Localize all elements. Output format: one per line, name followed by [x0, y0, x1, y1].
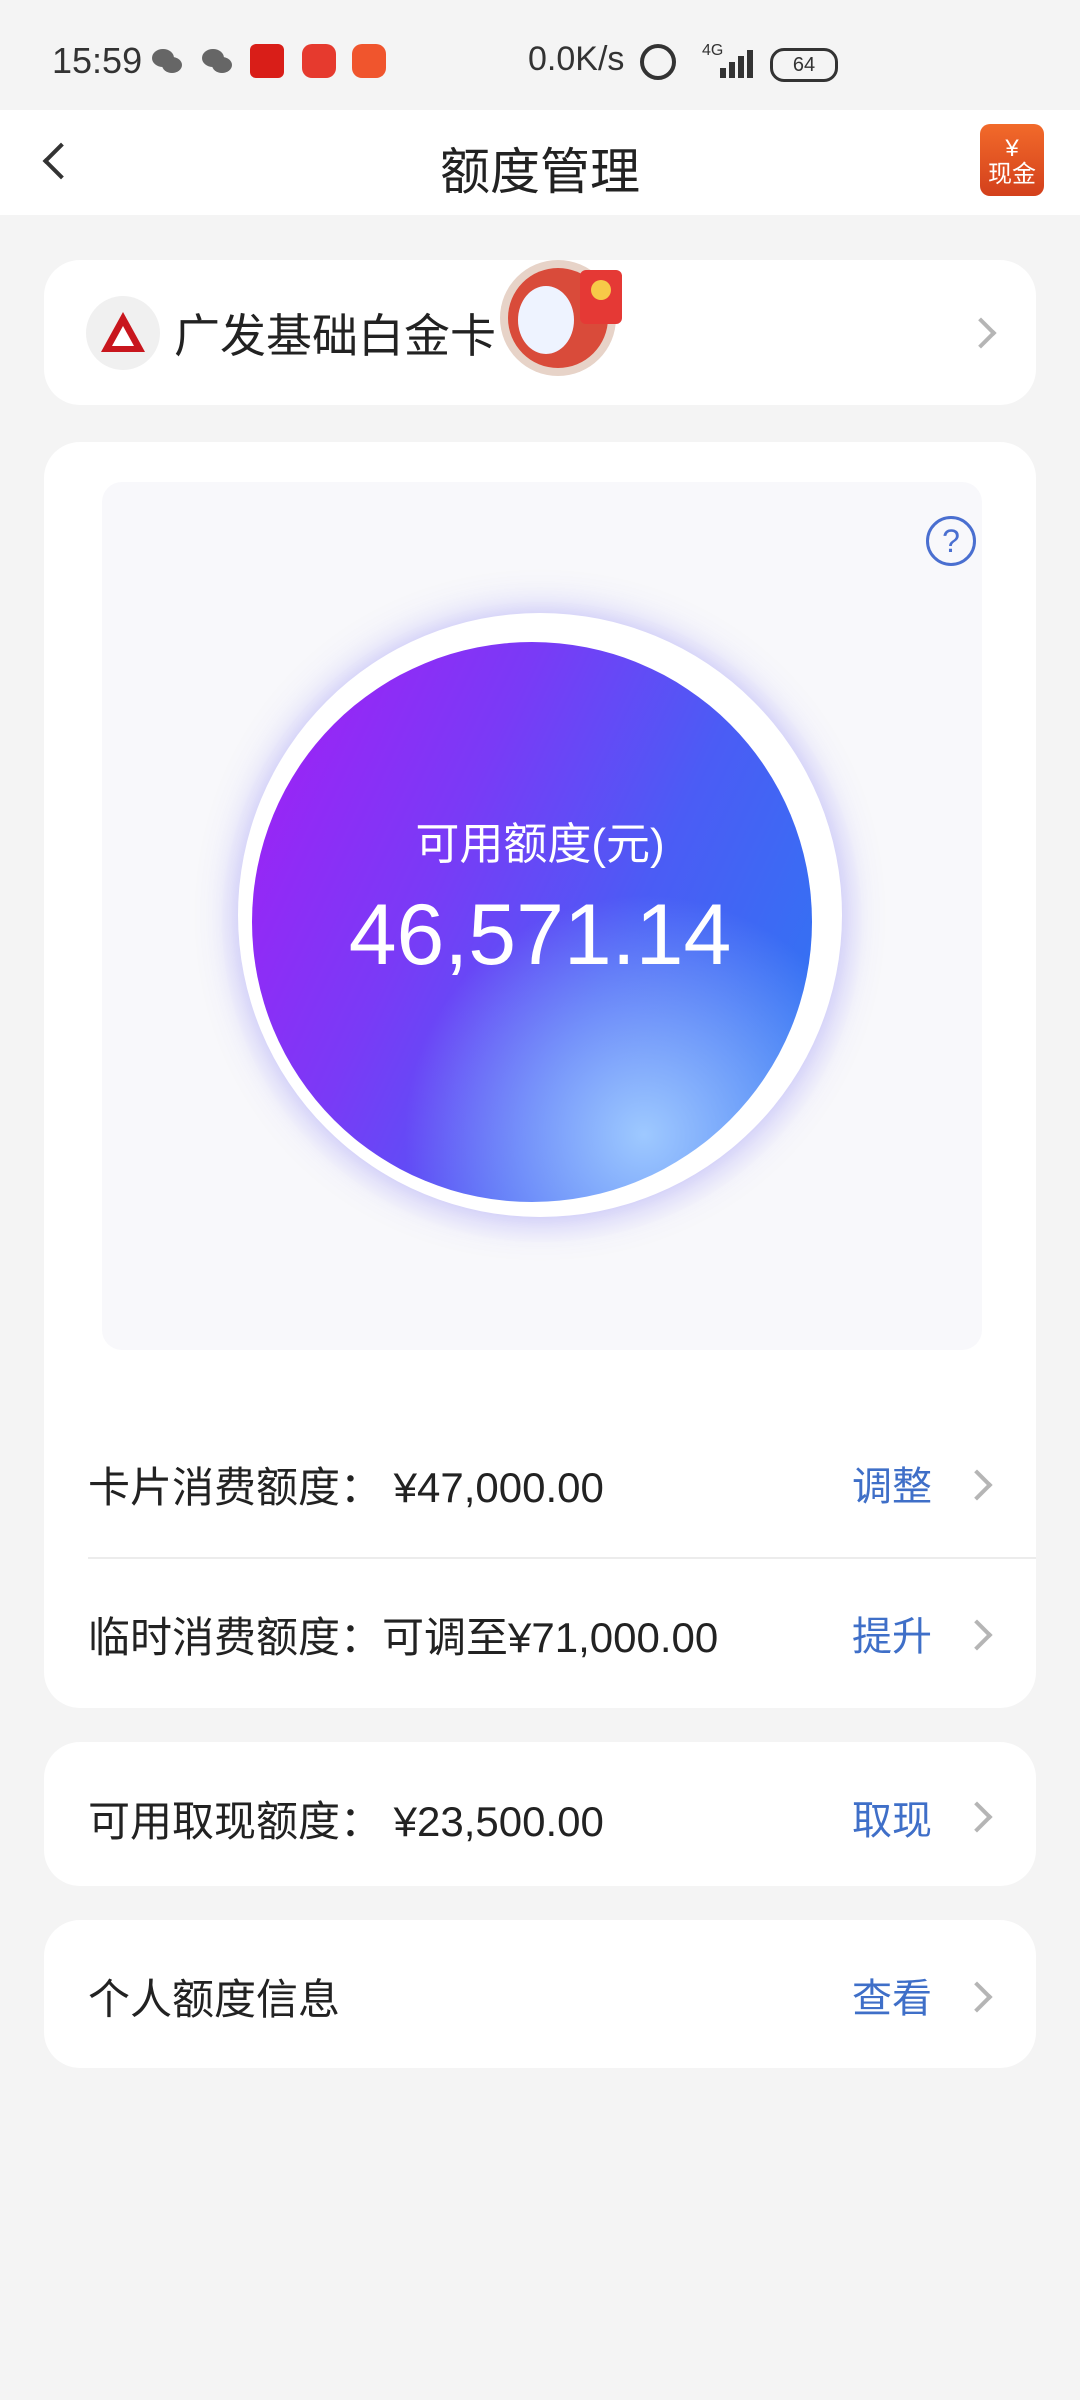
chevron-right-icon	[961, 1469, 993, 1501]
app-red-icon	[352, 44, 386, 78]
network-speed: 0.0K/s	[528, 40, 625, 78]
chevron-right-icon	[961, 1619, 993, 1651]
app-red-icon	[302, 44, 336, 78]
battery-icon: 64	[770, 48, 838, 82]
chevron-right-icon	[965, 317, 997, 349]
available-credit-label: 可用额度(元)	[415, 820, 665, 869]
cash-icon-badge: ¥	[1005, 135, 1019, 162]
personal-limit-card[interactable]: 个人额度信息 查看	[44, 1920, 1036, 2068]
chevron-right-icon	[961, 1981, 993, 2013]
cash-icon-label: 现金	[988, 161, 1036, 188]
withdraw-link[interactable]: 取现	[852, 1788, 932, 1846]
raise-link[interactable]: 提升	[852, 1604, 932, 1662]
cash-red-packet-icon[interactable]: ¥ 现金	[980, 124, 1044, 196]
available-credit-amount: 46,571.14	[348, 887, 732, 983]
temp-limit-label: 临时消费额度：可调至¥71,000.00	[88, 1614, 719, 1661]
page-title: 额度管理	[440, 144, 640, 200]
personal-limit-label: 个人额度信息	[88, 1976, 341, 2023]
card-selector[interactable]: 广发基础白金卡	[44, 260, 1036, 405]
mascot-red-packet-icon[interactable]	[496, 250, 636, 380]
view-link[interactable]: 查看	[852, 1966, 932, 2024]
status-bar: 15:59 0.0K/s 4G 64	[0, 0, 1080, 110]
app-header: 额度管理 ¥ 现金	[0, 110, 1080, 215]
bank-logo-icon	[86, 296, 160, 370]
app-red-icon	[250, 44, 284, 78]
cash-limit-label: 可用取现额度： ¥23,500.00	[88, 1798, 604, 1845]
card-limit-label: 卡片消费额度： ¥47,000.00	[88, 1464, 604, 1511]
temp-limit-row[interactable]: 临时消费额度：可调至¥71,000.00 提升	[44, 1558, 1036, 1706]
wechat-icon	[200, 44, 234, 78]
chevron-right-icon	[961, 1801, 993, 1833]
adjust-link[interactable]: 调整	[852, 1454, 932, 1512]
status-time: 15:59	[52, 40, 143, 81]
card-limit-row[interactable]: 卡片消费额度： ¥47,000.00 调整	[44, 1408, 1036, 1556]
alarm-icon	[640, 44, 676, 80]
cash-limit-card[interactable]: 可用取现额度： ¥23,500.00 取现	[44, 1742, 1036, 1886]
signal-bars-icon	[712, 48, 754, 78]
card-name: 广发基础白金卡	[174, 310, 496, 362]
help-icon[interactable]: ?	[926, 516, 976, 566]
wechat-icon	[150, 44, 184, 78]
